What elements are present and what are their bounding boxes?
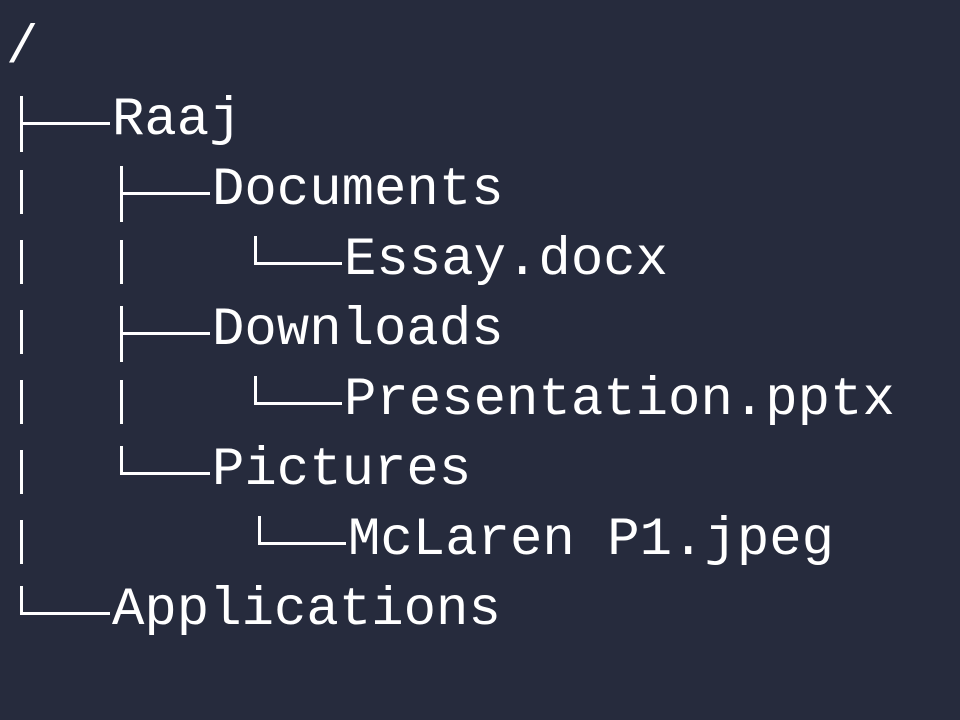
tree-guide-vertical <box>20 310 23 354</box>
tree-corner-horizontal <box>254 262 342 265</box>
tree-guide-vertical <box>20 170 23 214</box>
tree-row-downloads: Downloads <box>0 296 960 366</box>
file-label-essay: Essay.docx <box>344 230 669 291</box>
file-label-mclaren: McLaren P1.jpeg <box>348 510 835 571</box>
tree-guide-vertical <box>120 240 123 284</box>
tree-row-documents: Documents <box>0 156 960 226</box>
tree-row-mclaren: McLaren P1.jpeg <box>0 506 960 576</box>
tree-guide-vertical <box>20 240 23 284</box>
tree-corner-vertical <box>120 446 123 475</box>
tree-root-row: / <box>0 14 960 84</box>
tree-corner-vertical <box>254 376 257 405</box>
tree-diagram: / Raaj Documents Essay.docx Downloads Pr… <box>0 0 960 720</box>
tree-guide-vertical <box>20 450 23 494</box>
folder-label-applications: Applications <box>112 580 501 641</box>
tree-corner-vertical <box>254 236 257 265</box>
tree-corner-horizontal <box>120 472 210 475</box>
tree-row-applications: Applications <box>0 576 960 646</box>
folder-label-documents: Documents <box>212 160 504 221</box>
tree-branch-horizontal <box>20 122 110 125</box>
tree-corner-horizontal <box>254 402 342 405</box>
tree-corner-horizontal <box>20 612 110 615</box>
tree-guide-vertical <box>20 520 23 564</box>
tree-corner-vertical <box>258 516 261 545</box>
tree-branch-horizontal <box>120 192 210 195</box>
folder-label-raaj: Raaj <box>112 90 242 151</box>
folder-label-pictures: Pictures <box>212 440 472 501</box>
folder-label-downloads: Downloads <box>212 300 504 361</box>
file-label-presentation: Presentation.pptx <box>344 370 895 431</box>
tree-branch-horizontal <box>120 332 210 335</box>
tree-row-presentation: Presentation.pptx <box>0 366 960 436</box>
tree-row-raaj: Raaj <box>0 86 960 156</box>
tree-root-label: / <box>6 18 39 79</box>
tree-guide-vertical <box>120 380 123 424</box>
tree-corner-horizontal <box>258 542 346 545</box>
tree-row-essay: Essay.docx <box>0 226 960 296</box>
tree-guide-vertical <box>20 380 23 424</box>
tree-row-pictures: Pictures <box>0 436 960 506</box>
tree-corner-vertical <box>20 586 23 615</box>
